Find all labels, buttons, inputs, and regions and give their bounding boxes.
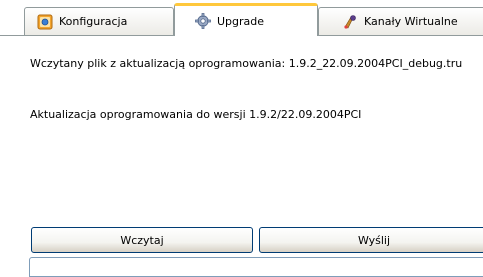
tab-upgrade-label: Upgrade (217, 14, 265, 28)
send-button[interactable]: Wyślij (259, 227, 483, 253)
tab-konfiguracja-label: Konfiguracja (59, 15, 128, 28)
status-box (29, 257, 483, 277)
loaded-file-text: Wczytany plik z aktualizacją oprogramowa… (30, 57, 463, 70)
virtual-channels-icon (342, 14, 358, 30)
tab-konfiguracja[interactable]: Konfiguracja (24, 7, 174, 35)
load-button[interactable]: Wczytaj (31, 227, 253, 253)
tab-upgrade[interactable]: Upgrade (174, 3, 318, 36)
tab-kanaly-wirtualne[interactable]: Kanały Wirtualne (318, 7, 483, 35)
firmware-version-text: Aktualizacja oprogramowania do wersji 1.… (30, 108, 362, 121)
tab-bar: Konfiguracja Upgrade Kanały Wirtualne (0, 0, 483, 36)
tab-kanaly-wirtualne-label: Kanały Wirtualne (364, 15, 458, 28)
gear-icon (195, 13, 211, 29)
configuration-icon (37, 14, 53, 30)
